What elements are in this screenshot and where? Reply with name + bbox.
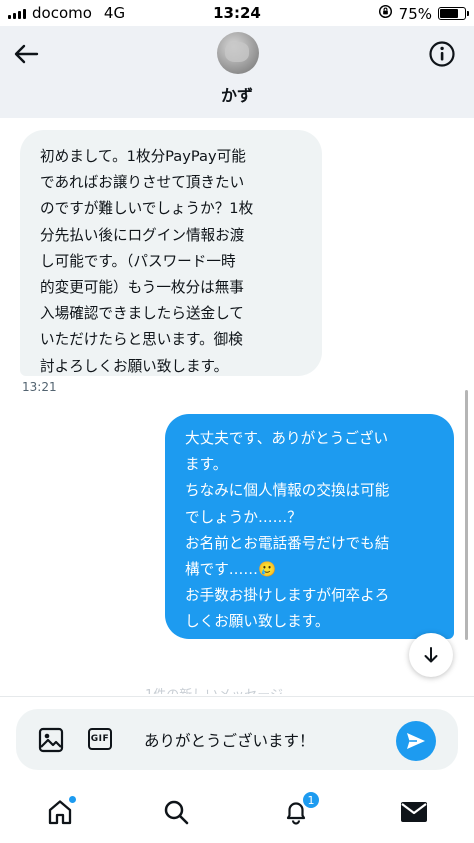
conversation-header: かず <box>0 26 474 118</box>
mail-icon <box>401 802 427 822</box>
battery-percent: 75% <box>398 4 432 23</box>
arrow-down-icon <box>424 647 438 663</box>
bottom-navigation: 1 <box>0 786 474 843</box>
message-input[interactable]: ありがとうございます！ <box>144 729 315 751</box>
add-image-button[interactable] <box>38 727 64 753</box>
battery-icon <box>438 7 469 20</box>
info-icon <box>429 41 455 67</box>
message-timestamp: 13:21 <box>22 380 57 394</box>
status-bar: docomo 4G 13:24 75% <box>0 0 474 26</box>
outgoing-message-bubble[interactable]: 大丈夫です、ありがとうござい ます。 ちなみに個人情報の交換は可能 でしょうか…… <box>165 414 454 639</box>
new-messages-hint: 1件の新しいメッセージ <box>145 684 283 694</box>
info-button[interactable] <box>428 40 456 68</box>
gif-icon: GIF <box>90 734 110 744</box>
avatar[interactable] <box>217 32 259 74</box>
status-right: 75% <box>378 4 469 23</box>
image-icon <box>38 727 64 753</box>
home-unread-dot <box>69 796 76 803</box>
message-composer: GIF ありがとうございます！ <box>16 709 458 770</box>
nav-home[interactable] <box>44 796 76 828</box>
add-gif-button[interactable]: GIF <box>88 728 112 750</box>
nav-search[interactable] <box>160 796 192 828</box>
scrollbar[interactable] <box>465 390 468 640</box>
incoming-message-bubble[interactable]: 初めまして。1枚分PayPay可能 であればお譲りさせて頂きたい のですが難しい… <box>20 130 322 376</box>
orientation-lock-icon <box>378 4 393 23</box>
notifications-badge: 1 <box>302 791 320 809</box>
divider <box>0 696 474 697</box>
send-icon <box>407 733 425 749</box>
search-icon <box>164 800 189 825</box>
contact-name[interactable]: かず <box>0 82 474 106</box>
nav-messages[interactable] <box>398 796 430 828</box>
scroll-to-bottom-button[interactable] <box>409 633 453 677</box>
send-button[interactable] <box>396 721 436 761</box>
back-button[interactable] <box>10 38 42 70</box>
back-arrow-icon <box>14 44 39 64</box>
nav-notifications[interactable]: 1 <box>280 791 320 828</box>
